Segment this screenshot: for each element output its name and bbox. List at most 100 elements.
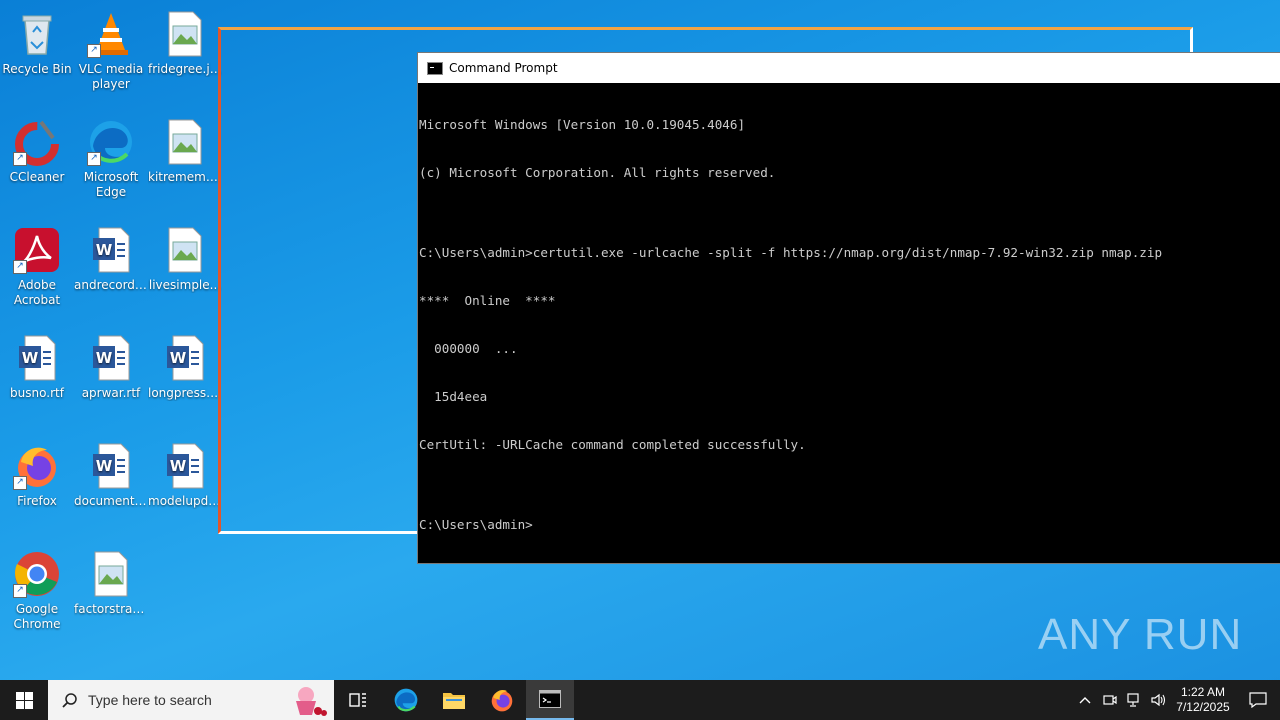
desktop-icon-edge[interactable]: ↗ Microsoft Edge [74,112,148,200]
show-hidden-icons-button[interactable] [1072,680,1098,720]
desktop-icon-label: Google Chrome [13,602,61,631]
image-file-icon [87,550,135,598]
system-tray: 1:22 AM 7/12/2025 [1072,680,1280,720]
firefox-icon: ↗ [13,442,61,490]
console-line: (c) Microsoft Corporation. All rights re… [419,165,776,180]
image-file-icon [161,10,209,58]
adobe-acrobat-icon: ↗ [13,226,61,274]
desktop-icon-adobe-acrobat[interactable]: ↗ Adobe Acrobat [0,220,74,308]
network-icon [1127,693,1139,707]
shortcut-arrow-icon: ↗ [13,584,27,598]
taskbar-cmd-button[interactable] [526,680,574,720]
image-file-icon [161,118,209,166]
shortcut-arrow-icon: ↗ [87,152,101,166]
search-highlight-icon [296,687,327,716]
task-view-button[interactable] [334,680,382,720]
desktop-icon-firefox[interactable]: ↗ Firefox [0,436,74,509]
console-line: Microsoft Windows [Version 10.0.19045.40… [419,117,746,132]
desktop-icon-label: andrecords... [74,278,148,292]
desktop-icon-google-chrome[interactable]: ↗ Google Chrome [0,544,74,632]
desktop-icon-aprwar[interactable]: W aprwar.rtf [74,328,148,401]
meet-now-icon [1103,695,1117,705]
task-view-icon [349,693,366,707]
desktop-icon-label: CCleaner [9,170,65,184]
desktop-icon-busno[interactable]: W busno.rtf [0,328,74,401]
svg-text:W: W [96,241,113,259]
folder-icon [443,693,465,709]
desktop-icon-label: factorstrad... [74,602,148,616]
ccleaner-icon: ↗ [13,118,61,166]
desktop: Recycle Bin ↗ CCleaner ↗ Adobe Acrobat W… [0,0,1280,680]
desktop-icon-label: Adobe Acrobat [13,278,61,307]
desktop-icon-livesimple[interactable]: livesimple... [148,220,222,293]
chevron-up-icon [1079,697,1091,704]
desktop-icon-documents[interactable]: W documents... [74,436,148,509]
desktop-icon-label: modelupda... [148,494,222,508]
word-document-icon: W [161,442,209,490]
console-output[interactable]: Microsoft Windows [Version 10.0.19045.40… [418,83,1280,567]
desktop-icon-fridegree[interactable]: fridegree.jpg [148,4,222,77]
chrome-icon: ↗ [13,550,61,598]
edge-icon [394,688,418,712]
shortcut-arrow-icon: ↗ [13,152,27,166]
tray-volume-button[interactable] [1146,680,1170,720]
tray-meet-now-button[interactable] [1098,680,1122,720]
shortcut-arrow-icon: ↗ [87,44,101,58]
desktop-icon-label: Firefox [17,494,57,508]
taskbar-clock[interactable]: 1:22 AM 7/12/2025 [1170,685,1236,715]
svg-text:W: W [96,457,113,475]
cmd-icon [539,690,561,708]
notification-icon [1249,692,1267,708]
window-titlebar[interactable]: Command Prompt [418,53,1280,83]
desktop-icon-label: longpressur... [148,386,222,400]
windows-logo-icon [15,691,33,709]
console-line: **** Online **** [419,293,556,308]
desktop-icon-modelupda[interactable]: W modelupda... [148,436,222,509]
taskbar-file-explorer-button[interactable] [430,680,478,720]
taskbar-search-box[interactable]: Type here to search [48,680,334,720]
image-file-icon [161,226,209,274]
desktop-icon-kitremember[interactable]: kitremember... [148,112,222,185]
desktop-icon-label: aprwar.rtf [81,386,141,400]
clock-date: 7/12/2025 [1176,700,1230,714]
command-prompt-window[interactable]: Command Prompt Microsoft Windows [Versio… [418,53,1280,563]
firefox-icon [491,690,513,712]
volume-icon [1151,693,1166,707]
desktop-icon-ccleaner[interactable]: ↗ CCleaner [0,112,74,185]
desktop-icon-label: busno.rtf [10,386,64,400]
cmd-icon [427,61,443,75]
action-center-button[interactable] [1236,680,1280,720]
vlc-icon: ↗ [87,10,135,58]
desktop-icon-longpressur[interactable]: W longpressur... [148,328,222,401]
anyrun-watermark: ANY RUN [1038,610,1243,659]
start-button[interactable] [0,680,48,720]
desktop-icon-factorstrad[interactable]: factorstrad... [74,544,148,617]
taskbar-edge-button[interactable] [382,680,430,720]
shortcut-arrow-icon: ↗ [13,260,27,274]
svg-text:W: W [170,457,187,475]
console-line: 000000 ... [419,341,518,356]
desktop-icon-label: fridegree.jpg [148,62,222,76]
word-document-icon: W [161,334,209,382]
search-icon [62,693,77,708]
desktop-icon-label: VLC media player [78,62,144,91]
svg-text:W: W [96,349,113,367]
desktop-icon-andrecords[interactable]: W andrecords... [74,220,148,293]
svg-text:W: W [22,349,39,367]
word-document-icon: W [87,334,135,382]
recycle-bin-icon [13,10,61,58]
console-line: 15d4eea [419,389,488,404]
taskbar: Type here to search 1:22 AM 7/12/2025 [0,680,1280,720]
desktop-icon-label: Microsoft Edge [83,170,139,199]
desktop-icon-label: documents... [74,494,148,508]
desktop-icon-vlc[interactable]: ↗ VLC media player [74,4,148,92]
desktop-icon-recycle-bin[interactable]: Recycle Bin [0,4,74,77]
svg-text:W: W [170,349,187,367]
tray-network-button[interactable] [1122,680,1146,720]
clock-time: 1:22 AM [1180,685,1226,699]
desktop-icon-label: livesimple... [148,278,222,292]
edge-icon: ↗ [87,118,135,166]
taskbar-firefox-button[interactable] [478,680,526,720]
word-document-icon: W [13,334,61,382]
console-line: CertUtil: -URLCache command completed su… [419,437,806,452]
